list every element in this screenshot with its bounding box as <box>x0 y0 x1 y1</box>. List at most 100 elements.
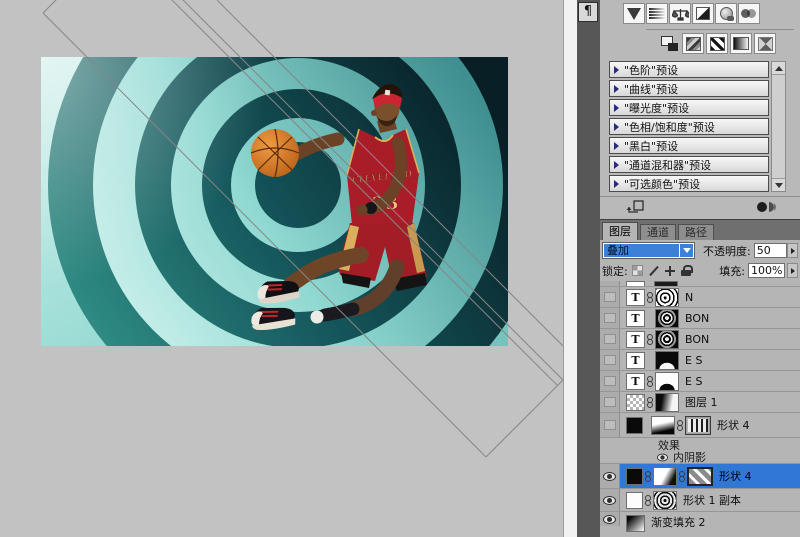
layer-name[interactable]: BON <box>685 312 709 325</box>
text-layer-thumbnail[interactable]: T <box>626 289 645 306</box>
layer-mask-thumbnail[interactable] <box>655 393 679 412</box>
visibility-eye-icon[interactable] <box>603 472 616 481</box>
return-to-adjustment-list-button[interactable] <box>626 200 645 217</box>
layer-row-text-bon-2[interactable]: T BON <box>600 329 800 350</box>
visibility-checkbox-empty[interactable] <box>604 334 616 344</box>
visibility-cell[interactable] <box>600 464 620 488</box>
preset-scrollbar[interactable] <box>771 61 786 192</box>
layer-row-shape-1-copy[interactable]: 形状 1 副本 <box>600 489 800 512</box>
tab-layers[interactable]: 图层 <box>602 222 638 240</box>
visibility-checkbox-empty[interactable] <box>604 313 616 323</box>
visibility-cell[interactable] <box>600 371 620 391</box>
layer-mask-thumbnail[interactable] <box>655 372 679 391</box>
visibility-cell[interactable] <box>600 308 620 328</box>
preset-hue-saturation[interactable]: "色相/饱和度"预设 <box>609 118 769 135</box>
layer-mask-thumbnail[interactable] <box>655 351 679 370</box>
layer-name[interactable]: 形状 4 <box>719 468 752 484</box>
channel-mixer-icon[interactable] <box>738 3 760 24</box>
layer-row-shape-4-hidden[interactable]: 形状 4 <box>600 413 800 438</box>
layer-name[interactable]: 图层 1 <box>685 394 718 410</box>
visibility-cell[interactable] <box>600 413 620 437</box>
vector-mask-thumbnail-selected[interactable] <box>687 467 713 486</box>
layer-thumbnail[interactable] <box>626 492 643 509</box>
tab-paths[interactable]: 路径 <box>678 224 714 240</box>
text-layer-thumbnail[interactable]: T <box>626 310 645 327</box>
layer-row-text-n[interactable]: T N <box>600 287 800 308</box>
preset-black-white[interactable]: "黑白"预设 <box>609 137 769 154</box>
document-canvas[interactable]: CLEVELAND 23 <box>0 0 563 537</box>
selective-color-icon[interactable] <box>754 33 776 54</box>
threshold-icon[interactable] <box>706 33 728 54</box>
expand-triangle-icon[interactable] <box>614 85 619 93</box>
layer-row-shape-4-selected[interactable]: 形状 4 <box>600 464 800 489</box>
text-layer-thumbnail[interactable]: T <box>626 331 645 348</box>
visibility-checkbox-empty[interactable] <box>604 355 616 365</box>
layer-row-layer-1[interactable]: 图层 1 <box>600 392 800 413</box>
layer-thumbnail[interactable] <box>626 468 643 485</box>
layer-thumbnail[interactable] <box>626 515 645 532</box>
levels-icon[interactable] <box>646 3 668 24</box>
visibility-eye-icon[interactable] <box>603 515 616 524</box>
layer-thumbnail[interactable] <box>626 417 643 434</box>
layer-mask-thumbnail[interactable] <box>651 416 675 435</box>
layer-row-gradient-fill-2[interactable]: 渐变填充 2 <box>600 512 800 526</box>
visibility-cell[interactable] <box>600 392 620 412</box>
visibility-cell[interactable] <box>600 281 620 286</box>
fill-field[interactable]: 100% <box>748 263 785 278</box>
preset-channel-mixer[interactable]: "通道混和器"预设 <box>609 156 769 173</box>
photo-filter-icon[interactable] <box>715 3 737 24</box>
opacity-field[interactable]: 50 <box>754 243 787 258</box>
layer-name[interactable]: N <box>685 291 693 304</box>
color-balance-icon[interactable] <box>669 3 691 24</box>
layer-name[interactable]: 形状 1 副本 <box>683 492 741 508</box>
preset-levels[interactable]: "色阶"预设 <box>609 61 769 78</box>
scroll-down-button[interactable] <box>772 178 785 191</box>
layer-thumbnail[interactable] <box>626 394 645 411</box>
layer-mask-thumbnail[interactable] <box>655 330 679 349</box>
opacity-spinner-button[interactable] <box>787 243 798 258</box>
visibility-cell[interactable] <box>600 512 620 526</box>
preset-curves[interactable]: "曲线"预设 <box>609 80 769 97</box>
visibility-cell[interactable] <box>600 489 620 511</box>
lock-pixels-icon[interactable] <box>648 265 659 277</box>
layer-mask-thumbnail[interactable] <box>653 467 677 486</box>
visibility-cell[interactable] <box>600 350 620 370</box>
vector-mask-thumbnail[interactable] <box>653 491 677 510</box>
layer-row-text-es-2[interactable]: T E S <box>600 371 800 392</box>
lock-all-icon[interactable] <box>681 265 691 276</box>
visibility-cell[interactable] <box>600 329 620 349</box>
scroll-up-button[interactable] <box>772 62 785 75</box>
vector-mask-thumbnail[interactable] <box>685 416 711 435</box>
expand-triangle-icon[interactable] <box>614 66 619 74</box>
preset-selective-color[interactable]: "可选颜色"预设 <box>609 175 769 192</box>
layer-row-text-es-1[interactable]: T E S <box>600 350 800 371</box>
posterize-icon[interactable] <box>682 33 704 54</box>
visibility-checkbox-empty[interactable] <box>604 397 616 407</box>
black-white-icon[interactable] <box>692 3 714 24</box>
paragraph-panel-tab[interactable]: ¶ <box>578 2 598 22</box>
inner-shadow-effect-row[interactable]: 内阴影 <box>600 451 800 464</box>
fill-spinner-button[interactable] <box>787 263 798 278</box>
text-layer-thumbnail[interactable]: T <box>626 352 645 369</box>
lock-transparency-icon[interactable] <box>632 265 643 276</box>
visibility-eye-icon[interactable] <box>603 496 616 505</box>
layer-name[interactable]: BON <box>685 333 709 346</box>
expand-triangle-icon[interactable] <box>614 142 619 150</box>
lock-position-icon[interactable] <box>664 265 676 277</box>
blend-mode-dropdown-button[interactable] <box>680 244 693 257</box>
switch-panel-view-button[interactable] <box>756 200 778 217</box>
text-layer-thumbnail[interactable]: T <box>626 373 645 390</box>
expand-triangle-icon[interactable] <box>614 161 619 169</box>
visibility-checkbox-empty[interactable] <box>604 376 616 386</box>
vibrance-icon[interactable] <box>623 3 645 24</box>
layer-mask-thumbnail[interactable] <box>655 309 679 328</box>
layer-row-text-bon-1[interactable]: T BON <box>600 308 800 329</box>
invert-icon[interactable] <box>658 33 680 54</box>
layer-name[interactable]: 渐变填充 2 <box>651 514 706 530</box>
gradient-map-icon[interactable] <box>730 33 752 54</box>
blend-mode-select[interactable]: 叠加 <box>602 242 695 259</box>
visibility-checkbox-empty[interactable] <box>604 292 616 302</box>
expand-triangle-icon[interactable] <box>614 180 619 188</box>
effect-visibility-eye-icon[interactable] <box>657 453 668 461</box>
preset-exposure[interactable]: "曝光度"预设 <box>609 99 769 116</box>
